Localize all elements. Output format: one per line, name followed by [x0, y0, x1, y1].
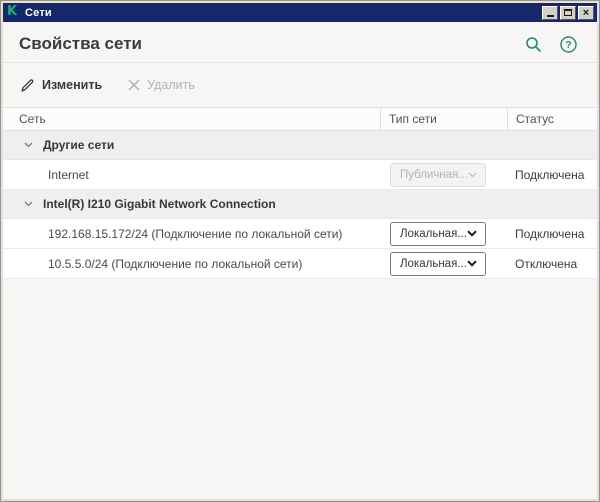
network-type-value: Локальная... [400, 258, 467, 270]
minimize-button[interactable] [542, 6, 558, 20]
delete-x-icon [128, 79, 140, 91]
maximize-icon [564, 9, 572, 16]
network-status: Подключена [507, 168, 597, 182]
table-row-10-5-5-0[interactable]: 10.5.5.0/24 (Подключение по локальной се… [3, 249, 597, 279]
table-row-192-168-15-172[interactable]: 192.168.15.172/24 (Подключение по локаль… [3, 219, 597, 249]
network-type-select: Публичная... [390, 163, 486, 187]
chevron-down-icon [467, 230, 477, 237]
column-header-network: Сеть [3, 108, 380, 130]
search-icon[interactable] [525, 36, 542, 53]
kaspersky-logo-icon: K [7, 6, 20, 19]
network-status: Отключена [507, 257, 597, 271]
network-type-select[interactable]: Локальная... [390, 222, 486, 246]
table-header: Сеть Тип сети Статус [3, 107, 597, 131]
maximize-button[interactable] [560, 6, 576, 20]
network-name: Internet [3, 168, 380, 182]
group-row-other-networks[interactable]: Другие сети [3, 131, 597, 160]
app-window: K Сети × Свойства сети ? [0, 0, 600, 502]
group-label: Intel(R) I210 Gigabit Network Connection [43, 197, 276, 211]
chevron-down-icon [468, 172, 477, 178]
column-header-network-type: Тип сети [380, 108, 507, 130]
empty-area [3, 279, 597, 499]
group-label: Другие сети [43, 138, 114, 152]
network-name: 10.5.5.0/24 (Подключение по локальной се… [3, 257, 380, 271]
network-type-select[interactable]: Локальная... [390, 252, 486, 276]
pencil-icon [20, 78, 35, 93]
close-icon: × [583, 8, 589, 18]
chevron-down-icon [24, 201, 33, 207]
content-area: Свойства сети ? Изменить [3, 22, 597, 499]
edit-button-label: Изменить [42, 78, 102, 92]
edit-button[interactable]: Изменить [20, 78, 102, 93]
column-header-status: Статус [507, 108, 597, 130]
window-title: Сети [25, 7, 52, 19]
network-name: 192.168.15.172/24 (Подключение по локаль… [3, 227, 380, 241]
network-type-value: Локальная... [400, 228, 467, 240]
svg-text:?: ? [565, 40, 571, 51]
page-header: Свойства сети ? [3, 22, 597, 63]
delete-button: Удалить [128, 78, 195, 92]
network-type-value: Публичная... [400, 169, 468, 181]
help-icon[interactable]: ? [560, 36, 577, 53]
toolbar: Изменить Удалить [3, 63, 597, 107]
network-status: Подключена [507, 227, 597, 241]
titlebar: K Сети × [3, 3, 597, 22]
table-row-internet[interactable]: Internet Публичная... Подключена [3, 160, 597, 190]
page-title: Свойства сети [19, 34, 142, 54]
close-button[interactable]: × [578, 6, 594, 20]
group-row-intel-adapter[interactable]: Intel(R) I210 Gigabit Network Connection [3, 190, 597, 219]
minimize-icon [547, 15, 554, 17]
delete-button-label: Удалить [147, 78, 195, 92]
chevron-down-icon [24, 142, 33, 148]
chevron-down-icon [467, 260, 477, 267]
